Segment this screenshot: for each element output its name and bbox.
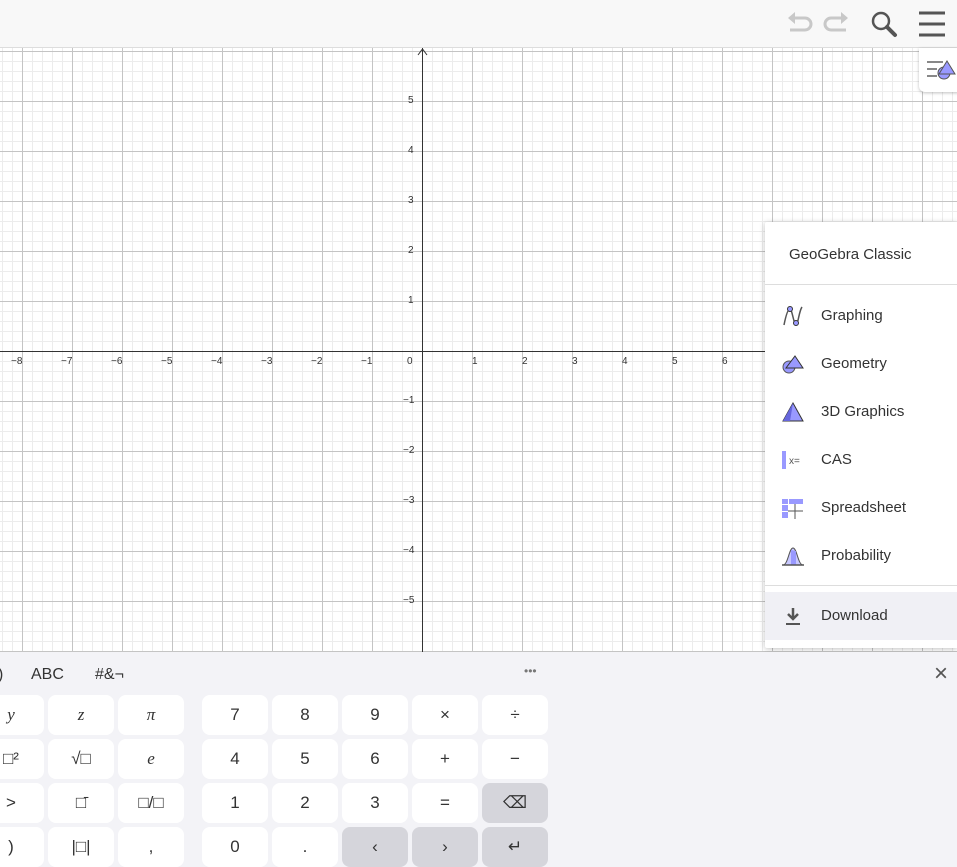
- menu-title: GeoGebra Classic: [789, 246, 912, 263]
- key-5[interactable]: 5: [272, 739, 338, 779]
- key-6[interactable]: 6: [342, 739, 408, 779]
- key-y[interactable]: y: [0, 695, 44, 735]
- x-tick-label: −6: [111, 356, 123, 367]
- key-4[interactable]: 4: [202, 739, 268, 779]
- key-abs[interactable]: |□|: [48, 827, 114, 867]
- menu-item-graphing[interactable]: Graphing: [765, 292, 957, 340]
- key-comma[interactable]: ,: [118, 827, 184, 867]
- y-axis: [422, 48, 423, 652]
- style-bar-toggle[interactable]: [919, 48, 957, 92]
- menu-item-probability[interactable]: Probability: [765, 532, 957, 580]
- x-tick-label: −3: [261, 356, 273, 367]
- close-keyboard-button[interactable]: ×: [934, 660, 948, 688]
- y-tick-label: −4: [403, 545, 415, 556]
- keyboard-tab-abc[interactable]: ABC: [31, 666, 64, 684]
- y-tick-label: 2: [408, 245, 414, 256]
- key-divide[interactable]: ÷: [482, 695, 548, 735]
- spreadsheet-icon: [782, 499, 803, 519]
- key-7[interactable]: 7: [202, 695, 268, 735]
- y-tick-label: 1: [408, 295, 414, 306]
- divider: [765, 585, 957, 586]
- key-right-paren[interactable]: ): [0, 827, 44, 867]
- key-8[interactable]: 8: [272, 695, 338, 735]
- menu-item-geometry[interactable]: Geometry: [765, 340, 957, 388]
- 3d-graphics-icon: [782, 401, 804, 422]
- keyboard-tab-functions[interactable]: ): [0, 666, 3, 684]
- svg-text:x=: x=: [789, 456, 800, 467]
- key-backspace[interactable]: ⌫: [482, 783, 548, 823]
- menu-item-cas[interactable]: x= CAS: [765, 436, 957, 484]
- top-toolbar: [0, 0, 957, 48]
- probability-icon: [782, 547, 804, 566]
- keyboard-tab-symbols[interactable]: #&¬: [95, 666, 124, 684]
- menu-item-label: Download: [821, 607, 888, 624]
- x-tick-label: 5: [672, 356, 678, 367]
- key-minus[interactable]: −: [482, 739, 548, 779]
- download-icon: [786, 608, 800, 625]
- menu-item-label: Geometry: [821, 355, 887, 372]
- x-tick-label: −7: [61, 356, 73, 367]
- x-tick-label: −8: [11, 356, 23, 367]
- x-tick-label: −2: [311, 356, 323, 367]
- key-e[interactable]: e: [118, 739, 184, 779]
- key-overline[interactable]: □̄: [48, 783, 114, 823]
- origin-label: 0: [407, 356, 413, 367]
- key-9[interactable]: 9: [342, 695, 408, 735]
- key-equals[interactable]: =: [412, 783, 478, 823]
- key-times[interactable]: ×: [412, 695, 478, 735]
- menu-item-label: CAS: [821, 451, 852, 468]
- cas-icon: x=: [782, 451, 800, 469]
- key-right-arrow[interactable]: ›: [412, 827, 478, 867]
- y-tick-label: 4: [408, 145, 414, 156]
- x-tick-label: −4: [211, 356, 223, 367]
- key-pi[interactable]: π: [118, 695, 184, 735]
- x-tick-label: 1: [472, 356, 478, 367]
- menu-item-label: 3D Graphics: [821, 403, 905, 420]
- redo-icon[interactable]: [820, 8, 852, 40]
- key-plus[interactable]: +: [412, 739, 478, 779]
- search-icon[interactable]: [868, 8, 900, 40]
- x-tick-label: 2: [522, 356, 528, 367]
- virtual-keyboard: ) ABC #&¬ ••• × yzπ789×÷□²√□e456+−>□̄□/□…: [0, 652, 957, 867]
- app-switcher-menu: GeoGebra Classic Graphing Geometry 3D Grap…: [765, 222, 957, 648]
- key-3[interactable]: 3: [342, 783, 408, 823]
- x-tick-label: 4: [622, 356, 628, 367]
- y-tick-label: −5: [403, 595, 415, 606]
- menu-item-spreadsheet[interactable]: Spreadsheet: [765, 484, 957, 532]
- x-tick-label: −1: [361, 356, 373, 367]
- key-enter[interactable]: ↵: [482, 827, 548, 867]
- style-bar-icon: [927, 60, 956, 80]
- menu-item-3d-graphics[interactable]: 3D Graphics: [765, 388, 957, 436]
- key-fraction[interactable]: □/□: [118, 783, 184, 823]
- more-keyboard-button[interactable]: •••: [524, 664, 537, 678]
- x-tick-label: 6: [722, 356, 728, 367]
- geometry-icon: [782, 355, 804, 374]
- key-z[interactable]: z: [48, 695, 114, 735]
- key-1[interactable]: 1: [202, 783, 268, 823]
- key-square[interactable]: □²: [0, 739, 44, 779]
- x-tick-label: 3: [572, 356, 578, 367]
- key-sqrt[interactable]: √□: [48, 739, 114, 779]
- key-decimal[interactable]: .: [272, 827, 338, 867]
- menu-icon[interactable]: [916, 8, 948, 40]
- x-tick-label: −5: [161, 356, 173, 367]
- menu-item-download[interactable]: Download: [765, 592, 957, 640]
- key-greater-than[interactable]: >: [0, 783, 44, 823]
- y-tick-label: −1: [403, 395, 415, 406]
- undo-icon[interactable]: [784, 8, 816, 40]
- y-tick-label: −3: [403, 495, 415, 506]
- y-tick-label: 3: [408, 195, 414, 206]
- menu-item-label: Graphing: [821, 307, 883, 324]
- y-tick-label: −2: [403, 445, 415, 456]
- menu-item-label: Spreadsheet: [821, 499, 907, 516]
- key-2[interactable]: 2: [272, 783, 338, 823]
- y-axis-arrow-icon: [417, 48, 428, 56]
- graphing-icon: [783, 306, 803, 326]
- divider: [765, 284, 957, 285]
- key-0[interactable]: 0: [202, 827, 268, 867]
- menu-item-label: Probability: [821, 547, 892, 564]
- y-tick-label: 5: [408, 95, 414, 106]
- key-left-arrow[interactable]: ‹: [342, 827, 408, 867]
